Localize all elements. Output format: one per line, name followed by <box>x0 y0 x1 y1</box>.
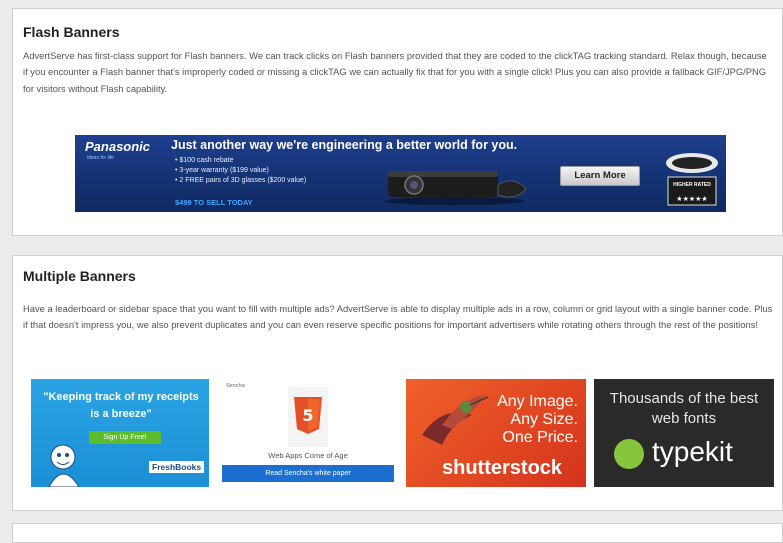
shutterstock-line-1: Any Image. <box>497 393 578 410</box>
banner-bullet-list: • $100 cash rebate • 3-year warranty ($1… <box>175 156 306 186</box>
typekit-ad[interactable]: Thousands of the best web fonts typekit <box>594 379 774 487</box>
typekit-logo-icon <box>614 439 644 469</box>
shutterstock-logo: shutterstock <box>442 457 563 479</box>
freshbooks-signup-button[interactable]: Sign Up Free! <box>89 431 161 444</box>
learn-more-button[interactable]: Learn More <box>560 166 640 186</box>
rated-badge-icon: ★★★★★ <box>666 153 718 206</box>
svg-text:5: 5 <box>302 406 313 425</box>
flash-banners-panel: Flash Banners AdvertServe has first-clas… <box>12 8 783 236</box>
freshbooks-logo: FreshBooks <box>149 461 205 473</box>
sencha-logo: Sencha <box>226 383 245 389</box>
typekit-heading: Thousands of the best web fonts <box>609 390 759 427</box>
banner-deadline: $499 TO SELL TODAY <box>175 198 253 207</box>
banner-headline: Just another way we're engineering a bet… <box>171 138 518 152</box>
shutterstock-line-3: One Price. <box>502 429 578 446</box>
projector-image <box>385 171 527 205</box>
flash-banners-title: Flash Banners <box>23 24 120 40</box>
typekit-logo: typekit <box>652 436 733 467</box>
freshbooks-quote: "Keeping track of my receipts is a breez… <box>43 391 199 420</box>
next-section-panel <box>12 523 783 543</box>
shutterstock-ad[interactable]: Any Image. Any Size. One Price. shutters… <box>406 379 586 487</box>
sencha-caption: Web Apps Come of Age <box>268 451 348 460</box>
multiple-banners-panel: Multiple Banners Have a leaderboard or s… <box>12 255 783 511</box>
flash-banners-description: AdvertServe has first-class support for … <box>23 50 767 94</box>
svg-text:★★★★★: ★★★★★ <box>676 195 707 203</box>
freshbooks-mascot-icon <box>48 444 80 487</box>
multiple-banners-description: Have a leaderboard or sidebar space that… <box>23 303 773 331</box>
rated-badge-caption: HIGHER RATED <box>673 182 711 188</box>
html5-shield-icon: 5 <box>288 387 328 447</box>
panasonic-slogan: ideas for life <box>87 155 114 161</box>
panasonic-logo: Panasonic <box>85 139 151 154</box>
sencha-whitepaper-button[interactable]: Read Sencha's white paper <box>222 465 394 482</box>
multiple-banners-title: Multiple Banners <box>23 268 136 284</box>
banner-bullet: • 2 FREE pairs of 3D glasses ($200 value… <box>175 177 307 184</box>
panasonic-banner-ad[interactable]: Panasonic ideas for life Just another wa… <box>75 135 726 212</box>
hummingbird-icon <box>422 395 489 445</box>
shutterstock-line-2: Any Size. <box>510 411 578 428</box>
banner-bullet: • 3-year warranty ($199 value) <box>175 167 269 174</box>
banner-bullet: • $100 cash rebate <box>175 157 234 164</box>
freshbooks-ad[interactable]: "Keeping track of my receipts is a breez… <box>31 379 209 487</box>
sencha-ad[interactable]: Sencha 5 Web Apps Come of Age Read Sench… <box>218 379 398 487</box>
